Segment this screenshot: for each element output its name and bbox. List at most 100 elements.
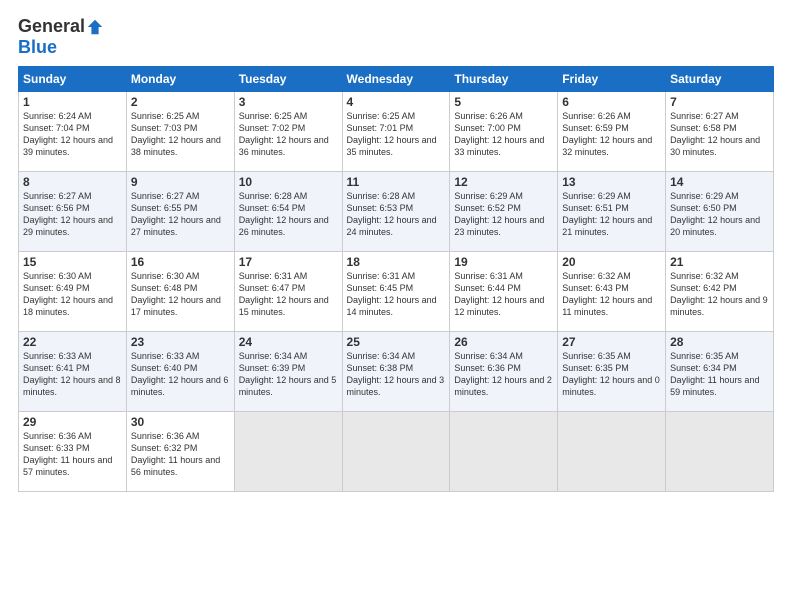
calendar-cell [342, 412, 450, 492]
calendar-cell: 3Sunrise: 6:25 AMSunset: 7:02 PMDaylight… [234, 92, 342, 172]
day-info: Sunrise: 6:31 AMSunset: 6:47 PMDaylight:… [239, 270, 338, 319]
calendar-cell: 24Sunrise: 6:34 AMSunset: 6:39 PMDayligh… [234, 332, 342, 412]
day-info: Sunrise: 6:24 AMSunset: 7:04 PMDaylight:… [23, 110, 122, 159]
day-number: 12 [454, 175, 553, 189]
day-number: 2 [131, 95, 230, 109]
calendar-cell: 29Sunrise: 6:36 AMSunset: 6:33 PMDayligh… [19, 412, 127, 492]
calendar-week-5: 29Sunrise: 6:36 AMSunset: 6:33 PMDayligh… [19, 412, 774, 492]
calendar-cell: 6Sunrise: 6:26 AMSunset: 6:59 PMDaylight… [558, 92, 666, 172]
day-number: 1 [23, 95, 122, 109]
calendar-cell [666, 412, 774, 492]
calendar-header-monday: Monday [126, 67, 234, 92]
day-info: Sunrise: 6:25 AMSunset: 7:02 PMDaylight:… [239, 110, 338, 159]
calendar-week-4: 22Sunrise: 6:33 AMSunset: 6:41 PMDayligh… [19, 332, 774, 412]
day-number: 5 [454, 95, 553, 109]
calendar-header-tuesday: Tuesday [234, 67, 342, 92]
day-info: Sunrise: 6:31 AMSunset: 6:45 PMDaylight:… [347, 270, 446, 319]
day-number: 27 [562, 335, 661, 349]
calendar-cell: 26Sunrise: 6:34 AMSunset: 6:36 PMDayligh… [450, 332, 558, 412]
day-number: 17 [239, 255, 338, 269]
page: General Blue SundayMondayTuesdayWednesda… [0, 0, 792, 502]
day-number: 24 [239, 335, 338, 349]
day-info: Sunrise: 6:30 AMSunset: 6:49 PMDaylight:… [23, 270, 122, 319]
day-number: 16 [131, 255, 230, 269]
day-info: Sunrise: 6:26 AMSunset: 7:00 PMDaylight:… [454, 110, 553, 159]
calendar-cell: 27Sunrise: 6:35 AMSunset: 6:35 PMDayligh… [558, 332, 666, 412]
calendar-cell: 17Sunrise: 6:31 AMSunset: 6:47 PMDayligh… [234, 252, 342, 332]
day-number: 6 [562, 95, 661, 109]
calendar-cell: 8Sunrise: 6:27 AMSunset: 6:56 PMDaylight… [19, 172, 127, 252]
day-info: Sunrise: 6:25 AMSunset: 7:01 PMDaylight:… [347, 110, 446, 159]
day-info: Sunrise: 6:31 AMSunset: 6:44 PMDaylight:… [454, 270, 553, 319]
calendar-cell: 4Sunrise: 6:25 AMSunset: 7:01 PMDaylight… [342, 92, 450, 172]
day-number: 26 [454, 335, 553, 349]
day-number: 23 [131, 335, 230, 349]
day-info: Sunrise: 6:27 AMSunset: 6:58 PMDaylight:… [670, 110, 769, 159]
day-number: 9 [131, 175, 230, 189]
calendar-week-3: 15Sunrise: 6:30 AMSunset: 6:49 PMDayligh… [19, 252, 774, 332]
calendar-cell: 2Sunrise: 6:25 AMSunset: 7:03 PMDaylight… [126, 92, 234, 172]
calendar-cell: 15Sunrise: 6:30 AMSunset: 6:49 PMDayligh… [19, 252, 127, 332]
calendar-cell: 10Sunrise: 6:28 AMSunset: 6:54 PMDayligh… [234, 172, 342, 252]
day-info: Sunrise: 6:27 AMSunset: 6:56 PMDaylight:… [23, 190, 122, 239]
day-number: 7 [670, 95, 769, 109]
calendar-header-wednesday: Wednesday [342, 67, 450, 92]
calendar-cell: 20Sunrise: 6:32 AMSunset: 6:43 PMDayligh… [558, 252, 666, 332]
day-number: 19 [454, 255, 553, 269]
day-info: Sunrise: 6:36 AMSunset: 6:33 PMDaylight:… [23, 430, 122, 479]
day-info: Sunrise: 6:32 AMSunset: 6:43 PMDaylight:… [562, 270, 661, 319]
day-number: 4 [347, 95, 446, 109]
day-info: Sunrise: 6:29 AMSunset: 6:51 PMDaylight:… [562, 190, 661, 239]
calendar-cell: 30Sunrise: 6:36 AMSunset: 6:32 PMDayligh… [126, 412, 234, 492]
logo-icon [86, 18, 104, 36]
day-info: Sunrise: 6:32 AMSunset: 6:42 PMDaylight:… [670, 270, 769, 319]
calendar-cell [558, 412, 666, 492]
day-info: Sunrise: 6:30 AMSunset: 6:48 PMDaylight:… [131, 270, 230, 319]
day-number: 14 [670, 175, 769, 189]
day-number: 8 [23, 175, 122, 189]
day-info: Sunrise: 6:33 AMSunset: 6:41 PMDaylight:… [23, 350, 122, 399]
day-info: Sunrise: 6:33 AMSunset: 6:40 PMDaylight:… [131, 350, 230, 399]
day-number: 10 [239, 175, 338, 189]
day-info: Sunrise: 6:34 AMSunset: 6:39 PMDaylight:… [239, 350, 338, 399]
calendar-cell: 16Sunrise: 6:30 AMSunset: 6:48 PMDayligh… [126, 252, 234, 332]
calendar-cell: 14Sunrise: 6:29 AMSunset: 6:50 PMDayligh… [666, 172, 774, 252]
day-info: Sunrise: 6:34 AMSunset: 6:36 PMDaylight:… [454, 350, 553, 399]
day-number: 20 [562, 255, 661, 269]
calendar-cell: 19Sunrise: 6:31 AMSunset: 6:44 PMDayligh… [450, 252, 558, 332]
calendar-cell: 22Sunrise: 6:33 AMSunset: 6:41 PMDayligh… [19, 332, 127, 412]
calendar-cell: 9Sunrise: 6:27 AMSunset: 6:55 PMDaylight… [126, 172, 234, 252]
calendar-cell: 7Sunrise: 6:27 AMSunset: 6:58 PMDaylight… [666, 92, 774, 172]
day-info: Sunrise: 6:34 AMSunset: 6:38 PMDaylight:… [347, 350, 446, 399]
day-info: Sunrise: 6:29 AMSunset: 6:52 PMDaylight:… [454, 190, 553, 239]
calendar-header-saturday: Saturday [666, 67, 774, 92]
calendar-cell [450, 412, 558, 492]
day-info: Sunrise: 6:35 AMSunset: 6:35 PMDaylight:… [562, 350, 661, 399]
day-info: Sunrise: 6:25 AMSunset: 7:03 PMDaylight:… [131, 110, 230, 159]
calendar-header-sunday: Sunday [19, 67, 127, 92]
day-info: Sunrise: 6:26 AMSunset: 6:59 PMDaylight:… [562, 110, 661, 159]
calendar-cell: 28Sunrise: 6:35 AMSunset: 6:34 PMDayligh… [666, 332, 774, 412]
calendar-cell: 12Sunrise: 6:29 AMSunset: 6:52 PMDayligh… [450, 172, 558, 252]
logo-blue-text: Blue [18, 37, 57, 58]
calendar-cell: 23Sunrise: 6:33 AMSunset: 6:40 PMDayligh… [126, 332, 234, 412]
day-info: Sunrise: 6:36 AMSunset: 6:32 PMDaylight:… [131, 430, 230, 479]
day-number: 30 [131, 415, 230, 429]
calendar-week-1: 1Sunrise: 6:24 AMSunset: 7:04 PMDaylight… [19, 92, 774, 172]
day-number: 21 [670, 255, 769, 269]
calendar-cell: 1Sunrise: 6:24 AMSunset: 7:04 PMDaylight… [19, 92, 127, 172]
day-number: 3 [239, 95, 338, 109]
day-number: 13 [562, 175, 661, 189]
calendar-cell: 11Sunrise: 6:28 AMSunset: 6:53 PMDayligh… [342, 172, 450, 252]
logo: General Blue [18, 16, 104, 58]
calendar-cell: 21Sunrise: 6:32 AMSunset: 6:42 PMDayligh… [666, 252, 774, 332]
calendar-cell: 25Sunrise: 6:34 AMSunset: 6:38 PMDayligh… [342, 332, 450, 412]
calendar-header-row: SundayMondayTuesdayWednesdayThursdayFrid… [19, 67, 774, 92]
day-number: 22 [23, 335, 122, 349]
day-number: 29 [23, 415, 122, 429]
calendar-cell [234, 412, 342, 492]
day-number: 28 [670, 335, 769, 349]
day-number: 15 [23, 255, 122, 269]
day-info: Sunrise: 6:28 AMSunset: 6:53 PMDaylight:… [347, 190, 446, 239]
calendar-cell: 18Sunrise: 6:31 AMSunset: 6:45 PMDayligh… [342, 252, 450, 332]
